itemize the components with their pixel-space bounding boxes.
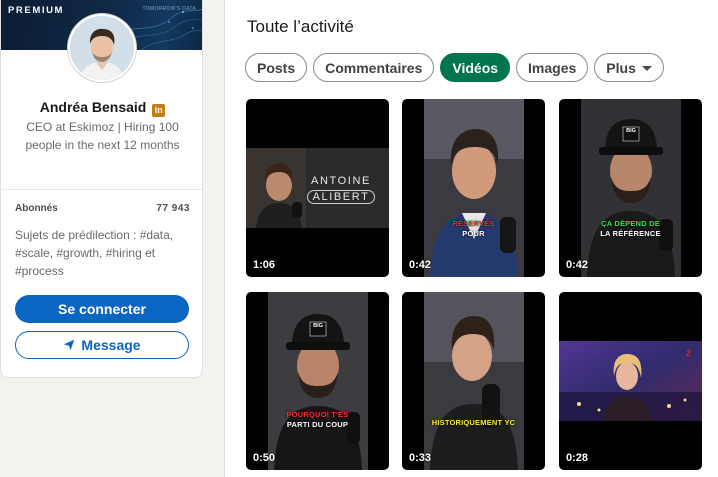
subtitle-caption-top: RÉSERVÉS <box>452 219 495 228</box>
video-tile[interactable]: BIG ÇA DÉPEND DE LA RÉFÉRENCE 0:42 <box>559 99 702 277</box>
caret-down-icon <box>641 65 652 71</box>
video-tile[interactable]: ANTOINE ALIBERT 1:06 <box>246 99 389 277</box>
avatar-photo <box>70 16 134 80</box>
video-duration: 1:06 <box>253 259 276 271</box>
video-thumbnail <box>268 292 368 470</box>
channel-logo-icon: 2 <box>686 348 692 358</box>
video-grid: ANTOINE ALIBERT 1:06 RÉSERVÉS POUR 0:42 <box>246 99 706 477</box>
video-duration: 0:42 <box>566 259 589 271</box>
profile-card: PREMIUM TOMORROW'S DATA Andréa Bensaid i… <box>0 0 203 378</box>
profile-name-text[interactable]: Andréa Bensaid <box>40 99 147 115</box>
video-duration: 0:28 <box>566 452 589 464</box>
video-duration: 0:33 <box>409 452 432 464</box>
subtitle-caption-bottom: PARTI DU COUP <box>286 420 349 429</box>
connect-button[interactable]: Se connecter <box>15 295 189 323</box>
video-tile[interactable]: BIG POURQUOI T'ES PARTI DU COUP 0:50 <box>246 292 389 470</box>
message-button-label: Message <box>81 337 141 353</box>
activity-panel: Toute l’activité Posts Commentaires Vidé… <box>224 0 718 477</box>
filter-images[interactable]: Images <box>516 53 589 82</box>
profile-headline: CEO at Eskimoz | Hiring 100 people in th… <box>25 120 180 152</box>
filter-videos[interactable]: Vidéos <box>440 53 511 82</box>
banner-caption: TOMORROW'S DATA <box>142 6 196 12</box>
profile-name[interactable]: Andréa Bensaid in <box>1 99 202 117</box>
premium-label: PREMIUM <box>8 5 65 16</box>
cap-logo-text: BIG <box>313 323 323 329</box>
filter-posts[interactable]: Posts <box>245 53 308 82</box>
followers-row[interactable]: Abonnés 77 943 <box>15 203 190 214</box>
video-thumbnail <box>424 99 524 277</box>
followers-count: 77 943 <box>156 203 190 214</box>
speaker-last-name: ALIBERT <box>306 190 376 204</box>
subtitle-caption: HISTORIQUEMENT YC <box>431 418 516 427</box>
send-icon <box>64 339 75 351</box>
subtitle-caption-bottom: LA RÉFÉRENCE <box>600 229 661 238</box>
filter-comments[interactable]: Commentaires <box>313 53 435 82</box>
cap-logo-text: BIG <box>626 128 636 134</box>
video-thumbnail <box>581 99 681 277</box>
filter-more[interactable]: Plus <box>594 53 664 82</box>
speaker-name-overlay: ANTOINE ALIBERT <box>306 175 376 205</box>
subtitle-caption-top: ÇA DÉPEND DE <box>601 219 660 228</box>
video-duration: 0:42 <box>409 259 432 271</box>
page-title: Toute l’activité <box>247 17 354 36</box>
premium-badge-icon: in <box>152 104 166 117</box>
video-thumbnail <box>424 292 524 470</box>
video-tile[interactable]: 2 0:28 <box>559 292 702 470</box>
video-thumbnail <box>559 341 702 421</box>
message-button[interactable]: Message <box>15 331 189 359</box>
filter-pills: Posts Commentaires Vidéos Images Plus <box>245 53 664 82</box>
subtitle-caption-bottom: POUR <box>462 229 485 238</box>
divider <box>1 189 202 190</box>
speaker-first-name: ANTOINE <box>311 175 371 187</box>
topics-text: Sujets de prédilection : #data, #scale, … <box>15 228 174 278</box>
filter-more-label: Plus <box>606 59 636 76</box>
video-duration: 0:50 <box>253 452 276 464</box>
avatar[interactable] <box>68 14 136 82</box>
subtitle-caption-top: POURQUOI T'ES <box>286 410 349 419</box>
video-tile[interactable]: HISTORIQUEMENT YC 0:33 <box>402 292 545 470</box>
followers-label: Abonnés <box>15 203 58 214</box>
video-tile[interactable]: RÉSERVÉS POUR 0:42 <box>402 99 545 277</box>
